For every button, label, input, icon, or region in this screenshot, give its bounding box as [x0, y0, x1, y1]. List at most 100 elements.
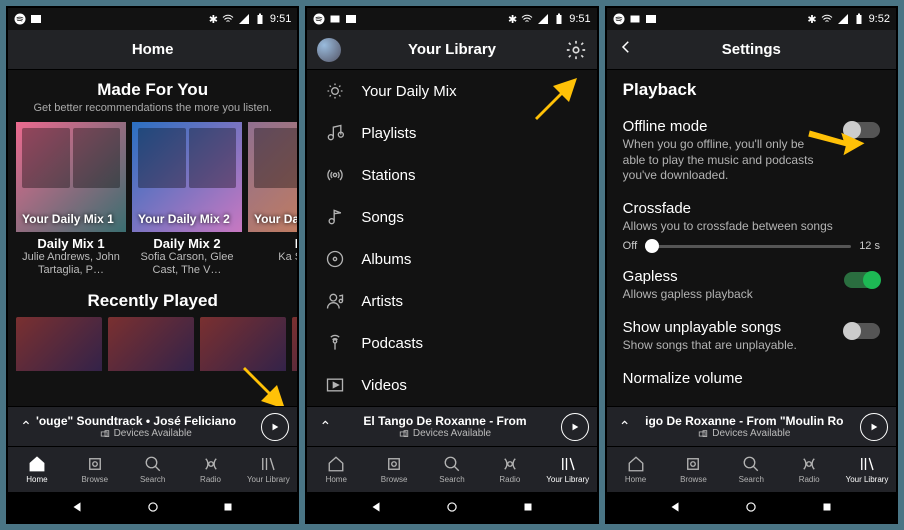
library-artists[interactable]: Artists — [307, 280, 596, 322]
album-art[interactable] — [292, 317, 297, 371]
android-recent[interactable] — [820, 500, 834, 514]
battery-icon — [254, 13, 266, 25]
battery-icon — [553, 13, 565, 25]
android-nav — [8, 492, 297, 522]
clock: 9:51 — [569, 13, 590, 25]
album-art[interactable] — [108, 317, 194, 371]
clock: 9:51 — [270, 13, 291, 25]
settings-button[interactable] — [565, 39, 587, 61]
battery-icon — [853, 13, 865, 25]
devices-available[interactable]: Devices Available — [335, 428, 554, 439]
bottom-tabs: Home Browse Search Radio Your Library — [307, 446, 596, 492]
play-button[interactable] — [860, 413, 888, 441]
now-playing-track: igo De Roxanne - From "Moulin Ro — [635, 414, 854, 428]
mix-name: Daily Mix 1 — [16, 236, 126, 251]
back-button[interactable] — [617, 38, 635, 61]
mix-name: Daily Mix 2 — [132, 236, 242, 251]
offline-toggle[interactable] — [844, 122, 880, 138]
tab-home[interactable]: Home — [607, 447, 665, 492]
settings-list[interactable]: Playback Offline mode When you go offlin… — [607, 70, 896, 406]
album-art[interactable] — [200, 317, 286, 371]
gapless-toggle[interactable] — [844, 272, 880, 288]
library-albums[interactable]: Albums — [307, 238, 596, 280]
tab-radio[interactable]: Radio — [780, 447, 838, 492]
library-videos[interactable]: Videos — [307, 364, 596, 406]
tab-library[interactable]: Your Library — [539, 447, 597, 492]
status-bar: ✱ 9:52 — [607, 8, 896, 30]
tab-home[interactable]: Home — [8, 447, 66, 492]
now-playing-bar[interactable]: ⌃ 'ouge" Soundtrack • José Feliciano Dev… — [8, 406, 297, 446]
chevron-up-icon[interactable]: ⌃ — [16, 418, 36, 435]
bluetooth-icon: ✱ — [508, 13, 517, 26]
daily-mix-row[interactable]: Your Daily Mix 1 Daily Mix 1 Julie Andre… — [8, 122, 297, 277]
mix-artists: Sofia Carson, Glee Cast, The V… — [132, 251, 242, 277]
spotify-icon — [613, 13, 625, 25]
tab-radio[interactable]: Radio — [481, 447, 539, 492]
album-art[interactable] — [16, 317, 102, 371]
signal-icon — [537, 13, 549, 25]
tab-library[interactable]: Your Library — [239, 447, 297, 492]
android-nav — [307, 492, 596, 522]
android-recent[interactable] — [221, 500, 235, 514]
bottom-tabs: Home Browse Search Radio Your Library — [8, 446, 297, 492]
daily-mix-card[interactable]: Your Da Da Ka Stev… — [248, 122, 297, 277]
now-playing-bar[interactable]: ⌃ igo De Roxanne - From "Moulin Ro Devic… — [607, 406, 896, 446]
chevron-up-icon[interactable]: ⌃ — [315, 418, 335, 435]
recently-played-row[interactable] — [8, 311, 297, 371]
chevron-up-icon[interactable]: ⌃ — [615, 418, 635, 435]
tab-home[interactable]: Home — [307, 447, 365, 492]
setting-crossfade[interactable]: Crossfade Allows you to crossfade betwee… — [607, 192, 896, 261]
android-back[interactable] — [70, 500, 84, 514]
android-back[interactable] — [369, 500, 383, 514]
phone-settings: ✱ 9:52 Settings Playback Offline mode Wh… — [605, 6, 898, 524]
tab-library[interactable]: Your Library — [838, 447, 896, 492]
devices-available[interactable]: Devices Available — [36, 428, 255, 439]
android-home[interactable] — [445, 500, 459, 514]
now-playing-track: 'ouge" Soundtrack • José Feliciano — [36, 414, 255, 428]
play-button[interactable] — [561, 413, 589, 441]
recently-played-title: Recently Played — [8, 291, 297, 311]
spotify-icon — [14, 13, 26, 25]
library-daily-mix[interactable]: Your Daily Mix — [307, 70, 596, 112]
android-back[interactable] — [668, 500, 682, 514]
screenshot-icon — [329, 13, 341, 25]
library-stations[interactable]: Stations — [307, 154, 596, 196]
unplayable-toggle[interactable] — [844, 323, 880, 339]
settings-group-playback: Playback — [623, 80, 880, 100]
library-playlists[interactable]: Playlists — [307, 112, 596, 154]
tab-browse[interactable]: Browse — [665, 447, 723, 492]
tab-radio[interactable]: Radio — [182, 447, 240, 492]
tab-search[interactable]: Search — [124, 447, 182, 492]
page-title: Your Library — [408, 41, 496, 58]
now-playing-bar[interactable]: ⌃ El Tango De Roxanne - From Devices Ava… — [307, 406, 596, 446]
android-nav — [607, 492, 896, 522]
avatar[interactable] — [317, 38, 341, 62]
android-recent[interactable] — [521, 500, 535, 514]
content[interactable]: Made For You Get better recommendations … — [8, 70, 297, 406]
setting-unplayable[interactable]: Show unplayable songs Show songs that ar… — [607, 311, 896, 362]
play-button[interactable] — [261, 413, 289, 441]
setting-offline-mode[interactable]: Offline mode When you go offline, you'll… — [607, 110, 896, 192]
setting-normalize[interactable]: Normalize volume — [607, 362, 896, 395]
setting-gapless[interactable]: Gapless Allows gapless playback — [607, 260, 896, 311]
outlook-icon — [645, 13, 657, 25]
page-title: Home — [132, 41, 174, 58]
wifi-icon — [821, 13, 833, 25]
tab-search[interactable]: Search — [722, 447, 780, 492]
daily-mix-card[interactable]: Your Daily Mix 1 Daily Mix 1 Julie Andre… — [16, 122, 126, 277]
library-podcasts[interactable]: Podcasts — [307, 322, 596, 364]
tab-browse[interactable]: Browse — [365, 447, 423, 492]
library-list[interactable]: Your Daily Mix Playlists Stations Songs … — [307, 70, 596, 406]
android-home[interactable] — [146, 500, 160, 514]
tab-browse[interactable]: Browse — [66, 447, 124, 492]
library-songs[interactable]: Songs — [307, 196, 596, 238]
tab-search[interactable]: Search — [423, 447, 481, 492]
spotify-icon — [313, 13, 325, 25]
devices-available[interactable]: Devices Available — [635, 428, 854, 439]
android-home[interactable] — [744, 500, 758, 514]
header: Your Library — [307, 30, 596, 70]
crossfade-slider[interactable]: Off 12 s — [623, 240, 880, 252]
mix-artists: Ka Stev… — [248, 251, 297, 264]
daily-mix-card[interactable]: Your Daily Mix 2 Daily Mix 2 Sofia Carso… — [132, 122, 242, 277]
page-title: Settings — [722, 41, 781, 58]
